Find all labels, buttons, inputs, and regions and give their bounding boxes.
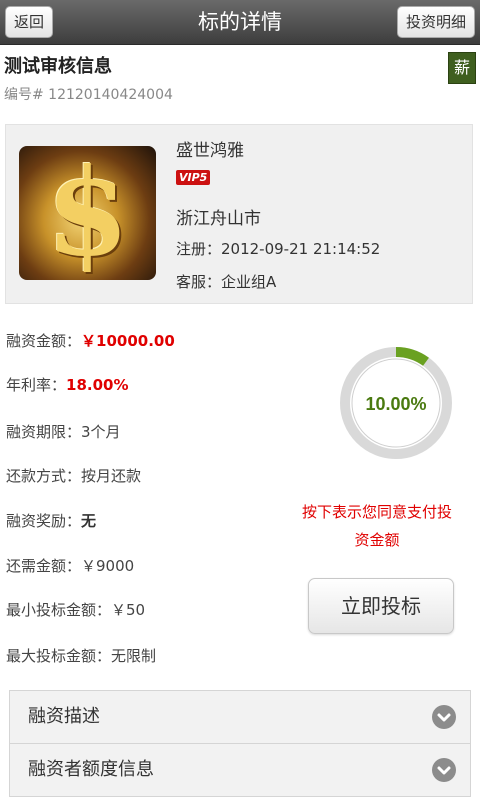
agreement-notice: 按下表示您同意支付投资金额 bbox=[301, 503, 452, 549]
progress-ring: 10.00% bbox=[339, 346, 453, 460]
accordion-financing-description[interactable]: 融资描述 bbox=[9, 690, 471, 744]
accordion-label: 融资描述 bbox=[28, 706, 100, 727]
detail-row-min-bid: 最小投标金额：￥50 bbox=[6, 599, 145, 620]
detail-row-reward: 融资奖励：无 bbox=[6, 510, 96, 531]
detail-row-rate: 年利率：18.00% bbox=[6, 374, 129, 395]
company-city: 浙江舟山市 bbox=[176, 209, 261, 229]
vip-badge: VIP5 bbox=[176, 170, 211, 185]
customer-service: 客服：企业组A bbox=[176, 273, 277, 291]
chevron-down-icon bbox=[432, 758, 456, 782]
detail-label: 还需金额： bbox=[6, 557, 82, 575]
progress-label: 10.00% bbox=[365, 394, 426, 414]
accordion-label: 融资者额度信息 bbox=[28, 759, 154, 780]
item-number: 编号# 12120140424004 bbox=[4, 87, 173, 103]
dollar-sign-icon: $ bbox=[45, 146, 130, 280]
top-navigation-bar: 返回 标的详情 投资明细 bbox=[0, 0, 480, 45]
detail-label: 年利率： bbox=[6, 376, 67, 394]
company-name: 盛世鸿雅 bbox=[176, 141, 244, 161]
detail-value: ￥9000 bbox=[81, 557, 135, 575]
detail-label: 融资期限： bbox=[6, 423, 82, 441]
investment-details-button[interactable]: 投资明细 bbox=[396, 6, 475, 38]
detail-value: 按月还款 bbox=[81, 467, 142, 485]
detail-label: 最大投标金额： bbox=[6, 647, 112, 665]
detail-row-repayment: 还款方式：按月还款 bbox=[6, 465, 141, 486]
detail-row-amount: 融资金额：￥10000.00 bbox=[6, 330, 175, 351]
item-title: 测试审核信息 bbox=[4, 56, 112, 77]
detail-value: ￥10000.00 bbox=[81, 332, 175, 350]
company-logo: $ bbox=[19, 146, 156, 280]
detail-row-term: 融资期限：3个月 bbox=[6, 421, 121, 442]
detail-value: 无 bbox=[81, 512, 97, 530]
detail-value: 3个月 bbox=[81, 423, 121, 441]
detail-label: 最小投标金额： bbox=[6, 601, 112, 619]
chevron-down-icon bbox=[432, 705, 456, 729]
accordion-financier-quota[interactable]: 融资者额度信息 bbox=[9, 743, 471, 797]
detail-value: 无限制 bbox=[111, 647, 157, 665]
detail-value: ￥50 bbox=[111, 601, 146, 619]
registration-date: 注册：2012-09-21 21:14:52 bbox=[176, 240, 381, 258]
detail-row-remaining: 还需金额：￥9000 bbox=[6, 555, 134, 576]
detail-value: 18.00% bbox=[66, 376, 129, 394]
detail-label: 还款方式： bbox=[6, 467, 82, 485]
company-card: $ 盛世鸿雅 VIP5 浙江舟山市 注册：2012-09-21 21:14:52… bbox=[5, 124, 473, 304]
salary-badge: 薪 bbox=[448, 52, 476, 84]
detail-row-max-bid: 最大投标金额：无限制 bbox=[6, 645, 156, 666]
invest-now-button[interactable]: 立即投标 bbox=[308, 578, 454, 634]
detail-label: 融资奖励： bbox=[6, 512, 82, 530]
detail-label: 融资金额： bbox=[6, 332, 82, 350]
